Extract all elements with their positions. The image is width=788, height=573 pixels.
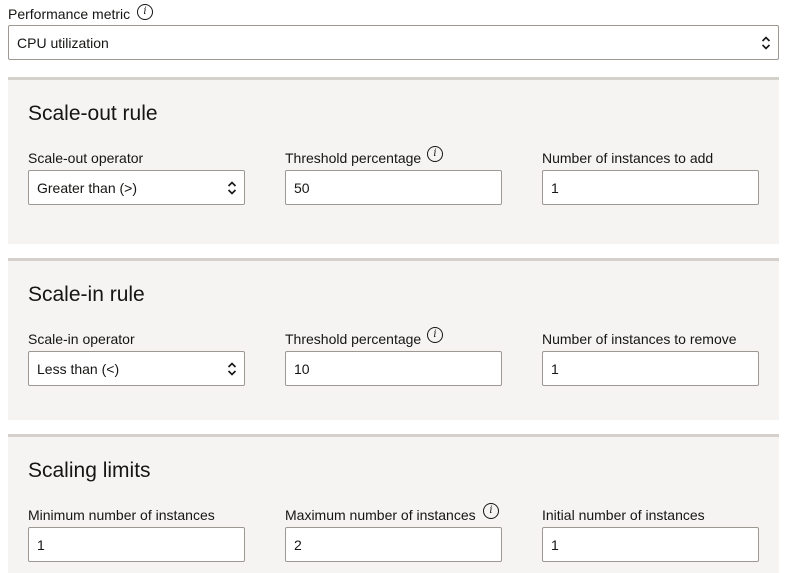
scale-in-operator-value: Less than (<) — [37, 360, 120, 377]
min-instances-input[interactable]: 1 — [28, 527, 245, 562]
performance-metric-label: Performance metric — [8, 6, 131, 22]
instances-to-remove-input[interactable]: 1 — [542, 351, 759, 386]
chevron-up-down-icon — [227, 181, 237, 195]
performance-metric-value: CPU utilization — [17, 34, 109, 51]
scale-out-threshold-label: Threshold percentage — [285, 150, 422, 166]
min-instances-value: 1 — [37, 536, 45, 553]
scale-out-rule-panel: Scale-out rule Scale-out operator Greate… — [8, 77, 779, 244]
instances-to-remove-label: Number of instances to remove — [542, 331, 737, 347]
scale-in-rule-panel: Scale-in rule Scale-in operator Less tha… — [8, 258, 779, 420]
scale-out-rule-title: Scale-out rule — [28, 102, 158, 125]
scale-in-threshold-label: Threshold percentage — [285, 331, 422, 347]
scale-in-rule-title: Scale-in rule — [28, 283, 145, 306]
scale-out-threshold-value: 50 — [294, 179, 310, 196]
instances-to-remove-value: 1 — [551, 360, 559, 377]
info-icon[interactable]: i — [427, 327, 443, 343]
initial-instances-label: Initial number of instances — [542, 507, 705, 523]
scale-in-operator-select[interactable]: Less than (<) — [28, 351, 245, 386]
instances-to-add-value: 1 — [551, 179, 559, 196]
scale-out-operator-value: Greater than (>) — [37, 179, 137, 196]
instances-to-add-input[interactable]: 1 — [542, 170, 759, 205]
info-icon[interactable]: i — [137, 4, 153, 20]
chevron-up-down-icon — [761, 36, 771, 50]
max-instances-input[interactable]: 2 — [285, 527, 502, 562]
scaling-limits-panel: Scaling limits Minimum number of instanc… — [8, 434, 779, 573]
initial-instances-input[interactable]: 1 — [542, 527, 759, 562]
info-icon[interactable]: i — [483, 503, 499, 519]
performance-metric-select[interactable]: CPU utilization — [8, 25, 779, 60]
info-icon[interactable]: i — [427, 146, 443, 162]
scale-in-operator-label: Scale-in operator — [28, 331, 135, 347]
scale-out-operator-select[interactable]: Greater than (>) — [28, 170, 245, 205]
scale-out-operator-label: Scale-out operator — [28, 150, 144, 166]
scaling-limits-title: Scaling limits — [28, 459, 151, 482]
scale-out-threshold-input[interactable]: 50 — [285, 170, 502, 205]
min-instances-label: Minimum number of instances — [28, 507, 215, 523]
scale-in-threshold-value: 10 — [294, 360, 310, 377]
chevron-up-down-icon — [227, 362, 237, 376]
max-instances-value: 2 — [294, 536, 302, 553]
initial-instances-value: 1 — [551, 536, 559, 553]
instances-to-add-label: Number of instances to add — [542, 150, 714, 166]
scale-in-threshold-input[interactable]: 10 — [285, 351, 502, 386]
max-instances-label: Maximum number of instances — [285, 507, 476, 523]
